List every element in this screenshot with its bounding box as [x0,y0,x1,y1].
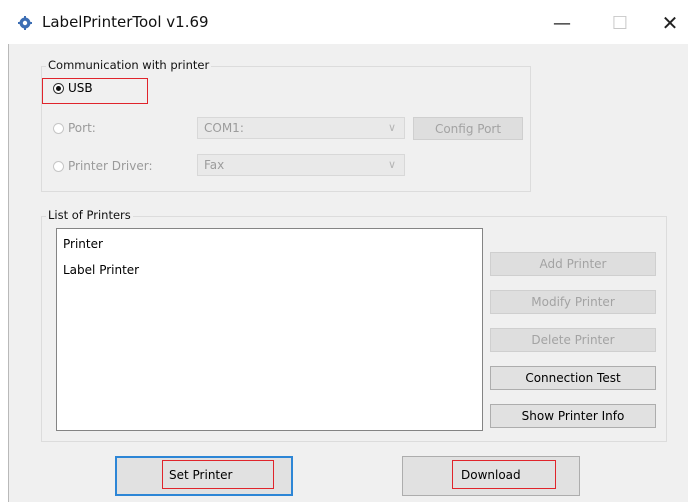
delete-printer-button[interactable]: Delete Printer [490,328,656,352]
list-item[interactable]: Label Printer [63,263,139,277]
chevron-down-icon: ∨ [387,121,396,134]
download-highlight [452,460,556,489]
port-radio[interactable]: Port: [53,121,96,135]
connection-test-button[interactable]: Connection Test [490,366,656,390]
communication-group-label: Communication with printer [46,58,212,72]
usb-highlight [42,78,148,104]
printer-list[interactable]: Printer Label Printer [56,228,483,431]
port-select[interactable]: COM1: ∨ [197,117,405,139]
modify-printer-button[interactable]: Modify Printer [490,290,656,314]
printer-driver-radio-dot[interactable] [53,160,64,172]
printer-driver-radio[interactable]: Printer Driver: [53,159,153,173]
set-printer-highlight [162,460,274,489]
list-item[interactable]: Printer [63,237,103,251]
printers-group-label: List of Printers [46,208,133,222]
minimize-button[interactable]: — [540,8,584,38]
chevron-down-icon: ∨ [387,158,396,171]
port-radio-label: Port: [68,121,96,135]
add-printer-button[interactable]: Add Printer [490,252,656,276]
gear-icon [18,16,32,30]
close-button[interactable]: ✕ [648,8,688,38]
window-title: LabelPrinterTool v1.69 [42,13,209,31]
title-bar: LabelPrinterTool v1.69 — ☐ ✕ [8,0,688,44]
printer-driver-select[interactable]: Fax ∨ [197,154,405,176]
printer-driver-select-value: Fax [204,158,225,172]
show-printer-info-button[interactable]: Show Printer Info [490,404,656,428]
config-port-button[interactable]: Config Port [413,117,523,140]
port-select-value: COM1: [204,121,244,135]
maximize-button[interactable]: ☐ [598,8,642,38]
port-radio-dot[interactable] [53,122,64,134]
printer-driver-radio-label: Printer Driver: [68,159,153,173]
